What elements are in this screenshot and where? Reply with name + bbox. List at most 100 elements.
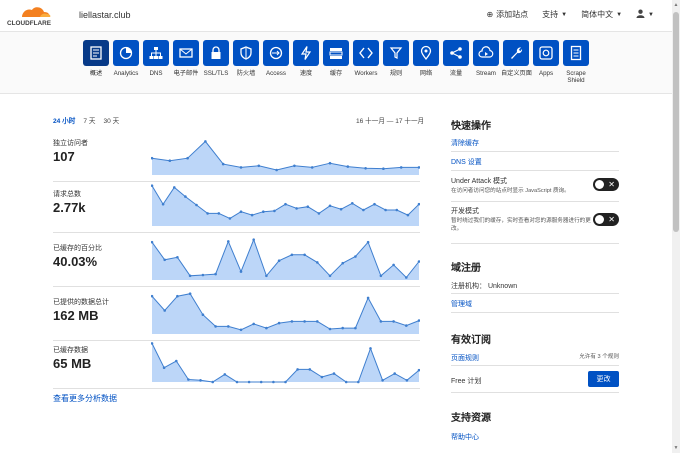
nav-item-stream[interactable]: Stream (471, 40, 501, 77)
nav-item-document[interactable]: Scrape Shield (561, 40, 591, 84)
timeframe-tab-30d[interactable]: 30 天 (103, 115, 119, 125)
nav-item-wrench[interactable]: 自定义页面 (501, 40, 532, 77)
sparkline-point (405, 276, 408, 279)
scroll-down-icon[interactable]: ▼ (672, 444, 680, 452)
sparkline-area (152, 141, 419, 175)
nav-item-access[interactable]: Access (261, 40, 291, 77)
nav-item-location[interactable]: 网络 (411, 40, 441, 77)
sparkline-point (239, 166, 243, 169)
sparkline-point (310, 166, 314, 169)
nav-item-lightning[interactable]: 速度 (291, 40, 321, 77)
sparkline-point (273, 209, 276, 213)
support-resources-title: 支持资源 (451, 413, 491, 424)
dns-icon (143, 40, 169, 66)
support-menu[interactable]: 支持 ▼ (542, 9, 567, 20)
nav-item-label: SSL/TLS (203, 70, 229, 77)
sparkline-point (277, 321, 281, 325)
add-site-button[interactable]: ⊕ 添加站点 (486, 9, 528, 20)
metric-value: 2.77k (53, 200, 86, 215)
sparkline-point (379, 320, 383, 323)
timeframe-tab-7d[interactable]: 7 天 (83, 115, 95, 125)
sparkline-point (168, 159, 172, 162)
sparkline-point (354, 255, 357, 258)
cloudflare-logo[interactable]: CLOUDFLARE (6, 4, 64, 28)
help-center-link[interactable]: 帮助中心 (451, 432, 479, 442)
sparkline-point (252, 238, 255, 241)
nav-item-rules[interactable]: 规则 (381, 40, 411, 77)
nav-item-shield[interactable]: 防火墙 (231, 40, 261, 77)
nav-item-label: DNS (149, 70, 163, 77)
sparkline-area (152, 239, 419, 280)
sparkline-point (362, 208, 365, 212)
close-icon: ✕ (608, 215, 615, 224)
sparkline-point (204, 140, 207, 143)
access-icon (263, 40, 289, 66)
sparkline-point (201, 313, 205, 316)
scrollbar-thumb[interactable] (673, 12, 679, 232)
caret-down-icon: ▼ (561, 11, 568, 18)
nav-item-lock[interactable]: SSL/TLS (201, 40, 231, 77)
nav-item-label: 自定义页面 (501, 70, 532, 77)
page-rules-link[interactable]: 页面规则 (451, 353, 479, 363)
nav-item-traffic[interactable]: 流量 (441, 40, 471, 77)
sparkline-point (272, 380, 275, 384)
change-plan-button[interactable]: 更改 (588, 371, 619, 387)
timeframe-tab-24h[interactable]: 24 小时 (53, 115, 75, 125)
sparkline-area (152, 293, 419, 334)
traffic-icon (443, 40, 469, 66)
nav-item-email[interactable]: 电子邮件 (171, 40, 201, 77)
registrar-row: 注册机构： Unknown (451, 283, 518, 290)
sparkline-point (176, 256, 179, 259)
nav-item-workers[interactable]: Workers (351, 40, 381, 77)
language-menu[interactable]: 简体中文 ▼ (581, 9, 622, 20)
dev-mode-toggle[interactable]: ✕ (593, 213, 619, 226)
metric-label: 已缓存的百分比 (53, 245, 102, 252)
nav-item-label: 网络 (419, 70, 433, 77)
sparkline-point (176, 294, 179, 298)
view-more-analytics-link[interactable]: 查看更多分析数据 (53, 393, 117, 404)
metric-value: 162 MB (53, 308, 99, 323)
nav-item-label: 速度 (299, 70, 313, 77)
wrench-icon (503, 40, 529, 66)
sparkline-point (163, 258, 166, 262)
shield-icon (233, 40, 259, 66)
sparkline-point (316, 261, 319, 264)
nav-item-label: Access (266, 70, 286, 77)
sparkline-point (306, 205, 310, 208)
nav-item-label: 防火墙 (236, 70, 256, 77)
sparkline-point (239, 210, 243, 213)
sparkline-point (395, 208, 399, 212)
sparkline-point (284, 380, 287, 384)
nav-item-label: Analytics (113, 70, 139, 77)
nav-item-analytics[interactable]: Analytics (111, 40, 141, 77)
nav-item-apps[interactable]: Apps (531, 40, 561, 77)
sparkline-point (339, 207, 343, 211)
sparkline-point (161, 202, 165, 206)
nav-item-overview[interactable]: 概述 (81, 40, 111, 77)
sparkline-point (228, 217, 232, 220)
user-menu[interactable]: ▼ (636, 9, 654, 20)
location-icon (413, 40, 439, 66)
sparkline-point (366, 296, 370, 300)
purge-cache-link[interactable]: 清除缓存 (451, 138, 479, 148)
sparkline-point (227, 325, 230, 328)
overview-icon (83, 40, 109, 66)
nav-item-cache[interactable]: 缓存 (321, 40, 351, 77)
current-domain[interactable]: liellastar.club (79, 10, 131, 20)
scroll-up-icon[interactable]: ▲ (672, 1, 680, 9)
page-scrollbar[interactable]: ▲ ▼ (672, 0, 680, 453)
nav-item-dns[interactable]: DNS (141, 40, 171, 77)
date-range: 16 十一月 — 17 十一月 (356, 118, 425, 125)
sparkline-point (265, 326, 268, 330)
metric-row: 已缓存数据 65 MB (53, 337, 420, 389)
svg-text:CLOUDFLARE: CLOUDFLARE (7, 20, 52, 27)
sparkline-point (247, 380, 251, 384)
sparkline-point (257, 164, 261, 168)
under-attack-toggle[interactable]: ✕ (593, 178, 619, 191)
sparkline-point (284, 202, 287, 206)
manage-domain-link[interactable]: 管理域 (451, 299, 472, 309)
sparkline-point (384, 208, 387, 212)
dns-settings-link[interactable]: DNS 设置 (451, 157, 482, 167)
sparkline-point (250, 213, 254, 217)
sparkline-point (405, 379, 409, 382)
